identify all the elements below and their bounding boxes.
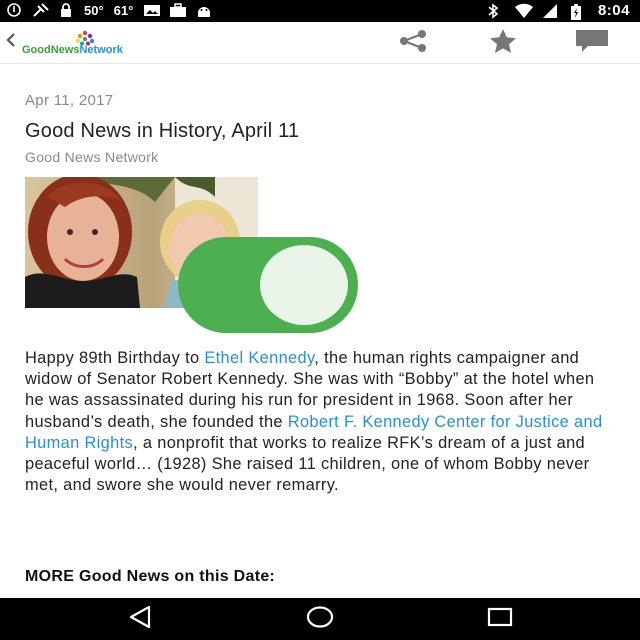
lock-icon xyxy=(58,2,74,18)
signal-icon xyxy=(542,3,558,19)
briefcase-icon xyxy=(169,2,187,18)
favorite-button[interactable] xyxy=(486,28,520,59)
logo-wordmark: GoodNewsNetwork xyxy=(22,44,123,56)
back-button[interactable] xyxy=(3,31,19,53)
back-arrow-icon xyxy=(6,32,16,53)
ethel-kennedy-link[interactable]: Ethel Kennedy xyxy=(204,349,314,367)
wifi-icon xyxy=(514,3,533,19)
nav-home-icon xyxy=(306,605,334,634)
more-news-heading: MORE Good News on this Date: xyxy=(25,568,276,585)
comment-icon xyxy=(574,28,610,59)
temperature-1: 50° xyxy=(84,2,104,18)
body-text-1: Happy 89th Birthday to xyxy=(25,349,205,367)
star-icon xyxy=(488,28,518,59)
nav-home-button[interactable] xyxy=(300,605,340,634)
toggle-knob[interactable] xyxy=(260,245,348,325)
app-logo: GoodNewsNetwork xyxy=(22,28,152,60)
status-time: 8:04 xyxy=(597,2,630,19)
status-left: 50° 61° xyxy=(6,2,211,18)
android-icon xyxy=(195,2,211,18)
article-body: Happy 89th Birthday to Ethel Kennedy, th… xyxy=(25,348,617,496)
nav-back-button[interactable] xyxy=(120,605,160,634)
circle-icon xyxy=(6,2,22,18)
navigation-bar xyxy=(0,598,640,640)
battery-icon xyxy=(570,3,586,20)
app-bar: GoodNewsNetwork xyxy=(0,22,640,64)
bluetooth-icon xyxy=(486,2,502,19)
article-date: Apr 11, 2017 xyxy=(25,92,114,109)
share-button[interactable] xyxy=(396,29,430,58)
status-right: 8:04 xyxy=(486,2,630,20)
toggle-switch[interactable] xyxy=(178,237,358,333)
temperature-2: 61° xyxy=(113,2,134,18)
share-icon xyxy=(397,29,429,58)
nav-back-icon xyxy=(127,605,153,634)
article-content[interactable]: Apr 11, 2017 Good News in History, April… xyxy=(0,64,640,598)
nav-recents-icon xyxy=(486,605,514,634)
article-title: Good News in History, April 11 xyxy=(25,120,300,142)
article-source: Good News Network xyxy=(25,149,159,165)
logo-text-good-news: GoodNews xyxy=(22,44,80,56)
comments-button[interactable] xyxy=(574,28,610,59)
logo-text-network: Network xyxy=(79,44,123,56)
photo-icon xyxy=(143,2,161,18)
status-bar: 50° 61° 8:04 xyxy=(0,0,640,22)
satellite-icon xyxy=(32,2,49,18)
nav-recents-button[interactable] xyxy=(480,606,520,632)
